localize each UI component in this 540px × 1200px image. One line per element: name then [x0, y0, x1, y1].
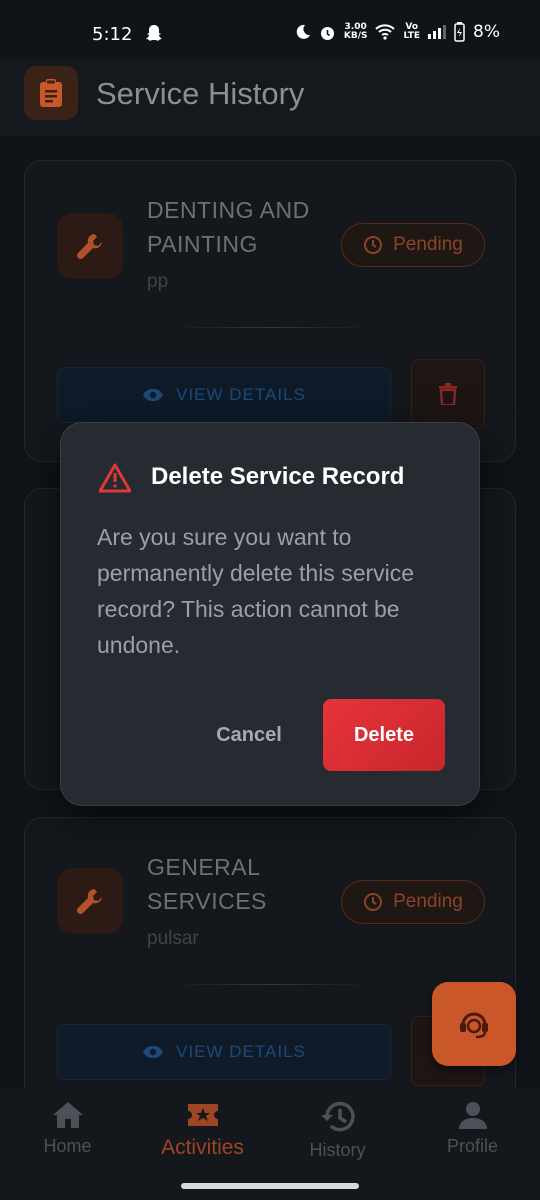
trash-icon: [439, 383, 457, 405]
ticket-icon: [187, 1104, 218, 1126]
service-title: DENTING AND PAINTING: [147, 193, 337, 261]
status-label: Pending: [393, 234, 463, 255]
service-title-line2: SERVICES: [147, 888, 267, 914]
nav-history[interactable]: History: [270, 1100, 405, 1161]
delete-confirm-dialog: Delete Service Record Are you sure you w…: [60, 422, 480, 806]
warning-icon: [99, 463, 131, 493]
cancel-button[interactable]: Cancel: [201, 715, 297, 755]
wrench-icon: [76, 889, 102, 915]
page-title: Service History: [96, 76, 305, 111]
nav-activities[interactable]: Activities: [135, 1100, 270, 1160]
view-details-label: VIEW DETAILS: [176, 1042, 306, 1061]
service-card: DENTING AND PAINTING pp Pending VIEW DET…: [24, 160, 516, 462]
app-bar: Service History: [0, 60, 540, 136]
confirm-delete-button[interactable]: Delete: [323, 699, 445, 771]
volte-indicator: Vo LTE: [403, 23, 420, 41]
nav-profile-label: Profile: [446, 1136, 499, 1156]
snapchat-icon: [146, 25, 162, 41]
history-icon: [320, 1101, 355, 1132]
delete-button[interactable]: [411, 359, 485, 429]
wifi-icon: [375, 24, 396, 40]
person-icon: [458, 1102, 487, 1129]
volte-bottom: LTE: [403, 31, 421, 41]
battery-icon: [454, 22, 465, 42]
service-title-line2: PAINTING: [147, 231, 258, 257]
status-label: Pending: [393, 891, 463, 912]
nav-profile[interactable]: Profile: [405, 1100, 540, 1157]
eye-icon: [143, 1046, 164, 1058]
view-details-button[interactable]: VIEW DETAILS: [57, 1024, 391, 1080]
status-badge: Pending: [341, 880, 485, 924]
service-icon-tile: [57, 868, 123, 934]
clock-icon: [364, 893, 383, 911]
home-icon: [52, 1102, 83, 1128]
view-details-button[interactable]: VIEW DETAILS: [57, 367, 391, 423]
status-badge: Pending: [341, 223, 485, 267]
service-title-line1: DENTING AND: [147, 197, 310, 223]
service-vehicle: pp: [147, 271, 169, 292]
service-title: GENERAL SERVICES: [147, 850, 337, 918]
alarm-icon: [320, 26, 334, 40]
view-details-label: VIEW DETAILS: [176, 385, 306, 404]
dialog-title: Delete Service Record: [151, 463, 405, 490]
dialog-message: Are you sure you want to permanently del…: [97, 524, 415, 658]
net-speed: 3.00 KB/S: [344, 23, 368, 41]
support-fab[interactable]: [432, 982, 516, 1066]
signal-icon: [428, 25, 447, 39]
battery-level: 8%: [473, 22, 500, 42]
nav-history-label: History: [309, 1140, 366, 1160]
nav-home-label: Home: [43, 1136, 92, 1156]
eye-icon: [143, 389, 164, 401]
net-speed-unit: KB/S: [343, 31, 368, 41]
status-time: 5:12: [92, 24, 133, 45]
card-divider: [171, 984, 371, 985]
moon-icon: [296, 24, 310, 39]
wrench-icon: [76, 234, 102, 260]
clipboard-icon: [40, 79, 62, 107]
clock-icon: [364, 236, 383, 254]
support-agent-icon: [460, 1012, 488, 1039]
nav-home[interactable]: Home: [0, 1100, 135, 1157]
home-indicator[interactable]: [181, 1183, 359, 1189]
status-icons: 3.00 KB/S Vo LTE 8%: [295, 22, 500, 42]
app-icon-tile: [24, 66, 78, 120]
card-divider: [171, 327, 371, 328]
service-icon-tile: [57, 213, 123, 279]
status-bar: 5:12 3.00 KB/S Vo LTE 8%: [0, 0, 540, 66]
service-vehicle: pulsar: [147, 928, 199, 949]
service-title-line1: GENERAL: [147, 854, 261, 880]
screen: 5:12 3.00 KB/S Vo LTE 8% Service History…: [0, 0, 540, 1200]
nav-activities-label: Activities: [161, 1136, 244, 1159]
